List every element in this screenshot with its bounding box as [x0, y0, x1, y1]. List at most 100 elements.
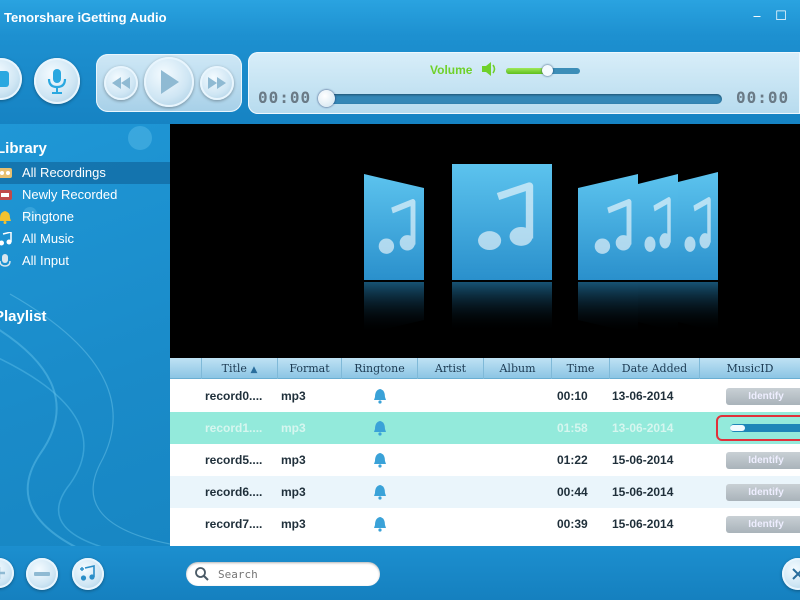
album-cover[interactable] — [364, 174, 424, 334]
close-panel-button[interactable] — [782, 558, 800, 590]
sidebar-item-newly-recorded[interactable]: Newly Recorded — [0, 184, 170, 206]
library-title: Library — [0, 140, 47, 157]
record-button[interactable] — [0, 58, 22, 100]
sidebar-item-all-recordings[interactable]: All Recordings — [0, 162, 170, 184]
volume-slider[interactable] — [506, 65, 580, 76]
cell-time: 00:10 — [557, 389, 588, 403]
ringtone-bell-icon[interactable] — [373, 452, 387, 468]
column-header-title[interactable]: Title ▲ — [202, 358, 278, 379]
cell-title: record6.... — [205, 485, 263, 499]
close-icon — [792, 568, 800, 580]
recordings-table: Title ▲ Format Ringtone Artist Album Tim… — [170, 358, 800, 546]
cell-time: 01:22 — [557, 453, 588, 467]
minimize-button[interactable]: ‒ — [748, 8, 766, 26]
identify-button[interactable]: Identify — [726, 516, 800, 533]
sidebar-item-all-input[interactable]: All Input — [0, 250, 170, 272]
ringtone-bell-icon[interactable] — [373, 516, 387, 532]
column-header-format[interactable]: Format — [278, 358, 342, 379]
bell-icon — [0, 211, 11, 224]
title-bar: Tenorshare iGetting Audio ‒ ☐ — [0, 0, 800, 36]
identify-progress — [716, 415, 800, 441]
identify-progress-track — [730, 424, 800, 432]
transport-controls — [96, 54, 242, 112]
ringtone-bell-icon[interactable] — [373, 484, 387, 500]
microphone-icon — [47, 69, 67, 94]
column-header-artist[interactable]: Artist — [418, 358, 484, 379]
plus-icon — [0, 567, 5, 579]
album-cover[interactable] — [678, 172, 718, 332]
maximize-button[interactable]: ☐ — [772, 8, 790, 26]
table-row[interactable]: record7.... mp3 00:39 15-06-2014 Identif… — [170, 508, 800, 540]
sidebar-item-ringtone[interactable]: Ringtone — [0, 206, 170, 228]
sidebar-item-label: All Recordings — [22, 165, 106, 180]
player-panel: Volume 00:00 00:00 — [248, 52, 800, 114]
sidebar-item-all-music[interactable]: All Music — [0, 228, 170, 250]
album-cover[interactable] — [638, 174, 678, 332]
table-row[interactable]: record6.... mp3 00:44 15-06-2014 Identif… — [170, 476, 800, 508]
table-row[interactable]: record5.... mp3 01:22 15-06-2014 Identif… — [170, 444, 800, 476]
sidebar-item-label: Ringtone — [22, 209, 75, 224]
music-icon — [0, 232, 12, 246]
cover-flow — [364, 164, 718, 334]
play-button[interactable] — [144, 57, 194, 107]
column-header-musicid[interactable]: MusicID — [700, 358, 800, 379]
column-header-ringtone[interactable]: Ringtone — [342, 358, 418, 379]
search-input[interactable] — [218, 565, 368, 583]
search-icon — [195, 567, 209, 581]
microphone-icon — [0, 254, 11, 267]
sidebar-item-label: All Music — [22, 231, 75, 246]
column-header-album[interactable]: Album — [484, 358, 552, 379]
table-row[interactable]: record1.... mp3 01:58 13-06-2014 — [170, 412, 800, 444]
microphone-button[interactable] — [34, 58, 80, 104]
cell-date: 15-06-2014 — [612, 517, 674, 531]
album-cover-selected[interactable] — [452, 164, 552, 332]
cell-time: 00:44 — [557, 485, 588, 499]
add-playlist-button[interactable] — [0, 558, 14, 588]
next-button[interactable] — [200, 66, 234, 100]
identify-button[interactable]: Identify — [726, 452, 800, 469]
previous-button[interactable] — [104, 66, 138, 100]
recordings-icon — [0, 168, 12, 178]
album-cover[interactable] — [578, 174, 638, 334]
cell-format: mp3 — [281, 389, 306, 403]
toolbar: Volume 00:00 00:00 — [0, 36, 800, 124]
cell-title: record7.... — [205, 517, 263, 531]
total-time: 00:00 — [736, 88, 790, 107]
remove-button[interactable] — [26, 558, 58, 590]
seek-handle[interactable] — [318, 90, 335, 107]
identify-button[interactable]: Identify — [726, 388, 800, 405]
search-box — [186, 562, 380, 586]
column-header-date-added[interactable]: Date Added — [610, 358, 700, 379]
next-icon — [208, 77, 226, 89]
volume-label: Volume — [430, 63, 473, 77]
sort-ascending-icon: ▲ — [250, 365, 258, 375]
minus-icon — [34, 572, 50, 576]
table-header: Title ▲ Format Ringtone Artist Album Tim… — [170, 358, 800, 379]
cell-format: mp3 — [281, 453, 306, 467]
seek-bar[interactable] — [320, 94, 722, 104]
bottom-bar — [0, 546, 800, 600]
cell-date: 13-06-2014 — [612, 389, 674, 403]
app-title: Tenorshare iGetting Audio — [4, 10, 167, 25]
record-icon — [0, 71, 9, 87]
cell-format: mp3 — [281, 421, 306, 435]
add-music-button[interactable] — [72, 558, 104, 590]
previous-icon — [112, 77, 130, 89]
current-time: 00:00 — [258, 88, 312, 107]
cell-date: 13-06-2014 — [612, 421, 674, 435]
volume-handle[interactable] — [541, 65, 553, 76]
cell-title: record0.... — [205, 389, 263, 403]
sidebar: Library All Recordings Newly Recorded Ri… — [0, 124, 170, 554]
identify-button[interactable]: Identify — [726, 484, 800, 501]
ringtone-bell-icon[interactable] — [373, 420, 387, 436]
new-record-icon — [0, 190, 12, 200]
column-header-time[interactable]: Time — [552, 358, 610, 379]
cell-date: 15-06-2014 — [612, 453, 674, 467]
sidebar-item-label: All Input — [22, 253, 69, 268]
cell-date: 15-06-2014 — [612, 485, 674, 499]
cell-title: record1.... — [205, 421, 263, 435]
ringtone-bell-icon[interactable] — [373, 388, 387, 404]
sidebar-item-label: Newly Recorded — [22, 187, 118, 202]
table-row[interactable]: record0.... mp3 00:10 13-06-2014 Identif… — [170, 380, 800, 412]
cell-title: record5.... — [205, 453, 263, 467]
